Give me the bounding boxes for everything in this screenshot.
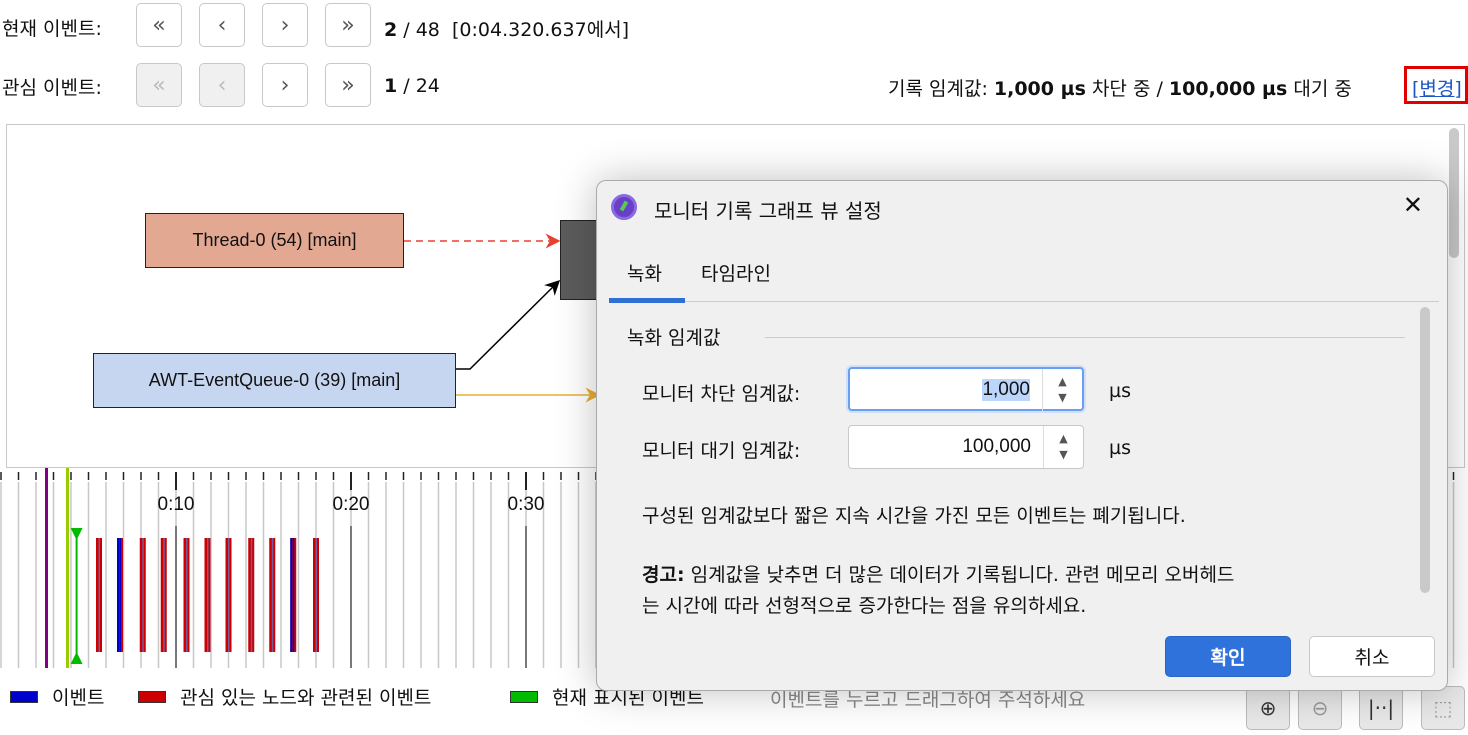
node-awt-eventqueue[interactable]: AWT-EventQueue-0 (39) [main] xyxy=(93,353,456,408)
legend-interest: 관심 있는 노드와 관련된 이벤트 xyxy=(138,683,431,710)
clear-selection-icon[interactable]: ⬚ xyxy=(1421,686,1465,730)
warning-text: 경고: 임계값을 낮추면 더 많은 데이터가 기록됩니다. 관련 메모리 오버헤… xyxy=(642,560,1234,622)
wait-value: 100,000 xyxy=(962,436,1031,457)
interest-event-label: 관심 이벤트: xyxy=(2,77,102,99)
wait-threshold-input[interactable]: 100,000 ▲ ▼ xyxy=(848,425,1084,469)
warning-line2: 는 시간에 따라 선형적으로 증가한다는 점을 유의하세요. xyxy=(642,595,1087,617)
block-suffix: 차단 중 / xyxy=(1085,78,1169,100)
event-bar-core xyxy=(292,538,295,652)
event-bar-core xyxy=(228,538,230,652)
graph-scrollbar[interactable] xyxy=(1449,128,1459,258)
warning-bold: 경고: xyxy=(642,564,685,586)
legend-label: 관심 있는 노드와 관련된 이벤트 xyxy=(180,687,432,709)
tick-label: 0:10 xyxy=(158,494,195,515)
current-event-counter: 2 / 48 [0:04.320.637에서] xyxy=(384,15,629,42)
legend-swatch-green xyxy=(510,690,538,703)
threshold-status: 기록 임계값: 1,000 µs 차단 중 / 100,000 µs 대기 중 xyxy=(888,74,1352,101)
spin-down-icon[interactable]: ▼ xyxy=(1059,447,1067,463)
ok-button[interactable]: 확인 xyxy=(1165,636,1291,677)
spin-up-icon[interactable]: ▲ xyxy=(1059,431,1067,447)
last-interest-button[interactable]: » xyxy=(325,63,371,107)
change-threshold-link[interactable]: [변경] xyxy=(1404,66,1468,104)
close-icon[interactable]: ✕ xyxy=(1403,191,1423,219)
fit-width-icon[interactable]: |··| xyxy=(1359,686,1403,730)
tab-timeline[interactable]: 타임라인 xyxy=(701,259,771,286)
block-threshold: 1,000 µs xyxy=(993,78,1086,100)
event-bar-core xyxy=(119,538,121,652)
spin-down-icon[interactable]: ▼ xyxy=(1058,390,1066,406)
threshold-label: 기록 임계값: xyxy=(888,78,988,100)
node-thread-0[interactable]: Thread-0 (54) [main] xyxy=(145,213,404,268)
sep: / xyxy=(397,19,416,41)
app-icon xyxy=(611,194,637,220)
event-bar-core xyxy=(207,538,209,652)
cancel-button[interactable]: 취소 xyxy=(1309,636,1435,677)
info-text: 구성된 임계값보다 짧은 지속 시간을 가진 모든 이벤트는 폐기됩니다. xyxy=(642,505,1186,527)
event-bar-core xyxy=(271,538,274,652)
event-bar-core xyxy=(163,538,165,652)
event-bar-core xyxy=(142,538,144,652)
first-event-button[interactable]: « xyxy=(136,3,182,47)
block-value: 1,000 xyxy=(982,379,1030,401)
legend-label: 이벤트 xyxy=(52,687,105,709)
block-unit: µs xyxy=(1109,380,1131,402)
tick-label: 0:30 xyxy=(508,494,545,515)
spin-up-icon[interactable]: ▲ xyxy=(1058,374,1066,390)
event-bar-core xyxy=(186,538,188,652)
section-title: 녹화 임계값 xyxy=(627,327,721,349)
interest-index: 1 xyxy=(384,75,398,97)
last-event-button[interactable]: » xyxy=(325,3,371,47)
zoom-out-icon[interactable]: ⊖ xyxy=(1298,686,1342,730)
current-marker-bottom xyxy=(70,652,83,664)
zoom-in-icon[interactable]: ⊕ xyxy=(1246,686,1290,730)
legend-event: 이벤트 xyxy=(10,683,104,710)
interest-event-counter: 1 / 24 xyxy=(384,75,440,97)
event-bar-core xyxy=(315,538,317,652)
current-marker-top xyxy=(70,528,83,540)
tick-label: 0:20 xyxy=(333,494,370,515)
settings-dialog: 모니터 기록 그래프 뷰 설정 ✕ 녹화 타임라인 녹화 임계값 모니터 차단 … xyxy=(596,180,1448,691)
current-index: 2 xyxy=(384,19,398,41)
wait-threshold-label: 모니터 대기 임계값: xyxy=(642,440,801,462)
wait-spinner[interactable]: ▲ ▼ xyxy=(1043,426,1083,468)
event-bar-blue xyxy=(290,538,293,652)
dialog-title: 모니터 기록 그래프 뷰 설정 xyxy=(654,199,882,223)
total: 48 xyxy=(415,19,440,41)
event-bar-core xyxy=(250,538,253,652)
wait-threshold: 100,000 µs xyxy=(1168,78,1288,100)
edge-awt xyxy=(456,279,561,370)
section-divider xyxy=(765,337,1405,338)
block-spinner[interactable]: ▲ ▼ xyxy=(1042,369,1082,411)
legend-swatch-blue xyxy=(10,690,38,703)
current-event-label: 현재 이벤트: xyxy=(2,18,102,40)
tab-recording[interactable]: 녹화 xyxy=(627,259,662,286)
warning-line1: 임계값을 낮추면 더 많은 데이터가 기록됩니다. 관련 메모리 오버헤드 xyxy=(684,564,1235,586)
next-event-button[interactable]: › xyxy=(262,3,308,47)
dialog-scrollbar[interactable] xyxy=(1420,307,1430,593)
prev-event-button[interactable]: ‹ xyxy=(199,3,245,47)
active-tab-indicator xyxy=(609,298,685,303)
first-interest-button[interactable]: « xyxy=(136,63,182,107)
current-event-time: [0:04.320.637에서] xyxy=(452,19,630,41)
legend-swatch-red xyxy=(138,690,166,703)
sep: / xyxy=(397,75,416,97)
wait-suffix: 대기 중 xyxy=(1287,78,1352,100)
total: 24 xyxy=(415,75,440,97)
tab-divider xyxy=(685,301,1439,302)
prev-interest-button[interactable]: ‹ xyxy=(199,63,245,107)
block-threshold-input[interactable]: 1,000 ▲ ▼ xyxy=(848,367,1084,411)
event-bar-core xyxy=(98,538,100,652)
wait-unit: µs xyxy=(1109,437,1131,459)
event-bar-blue xyxy=(117,538,119,652)
block-threshold-label: 모니터 차단 임계값: xyxy=(642,383,801,405)
next-interest-button[interactable]: › xyxy=(262,63,308,107)
